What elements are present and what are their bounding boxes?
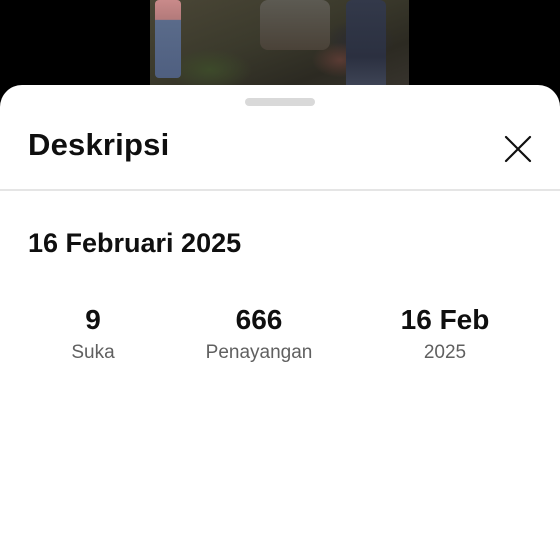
- video-person: [260, 0, 330, 50]
- stat-date: 16 Feb 2025: [360, 303, 530, 365]
- close-button[interactable]: [498, 129, 538, 169]
- stat-likes-value: 9: [85, 304, 101, 335]
- stat-likes-label: Suka: [71, 342, 115, 363]
- header-divider: [0, 189, 560, 191]
- video-person: [155, 0, 181, 78]
- description-sheet: Deskripsi 16 Februari 2025 9 Suka 666 Pe…: [0, 85, 560, 560]
- video-person: [346, 0, 386, 95]
- sheet-title: Deskripsi: [28, 127, 170, 162]
- stat-views: 666 Penayangan: [174, 303, 344, 365]
- stat-views-label: Penayangan: [205, 342, 313, 363]
- upload-date: 16 Februari 2025: [28, 228, 242, 258]
- stat-views-value: 666: [235, 304, 283, 335]
- stat-date-label: 2025: [423, 342, 467, 363]
- close-icon: [504, 135, 532, 163]
- stat-date-value: 16 Feb: [400, 304, 490, 335]
- drag-handle[interactable]: [245, 98, 315, 106]
- stat-likes: 9 Suka: [8, 303, 178, 365]
